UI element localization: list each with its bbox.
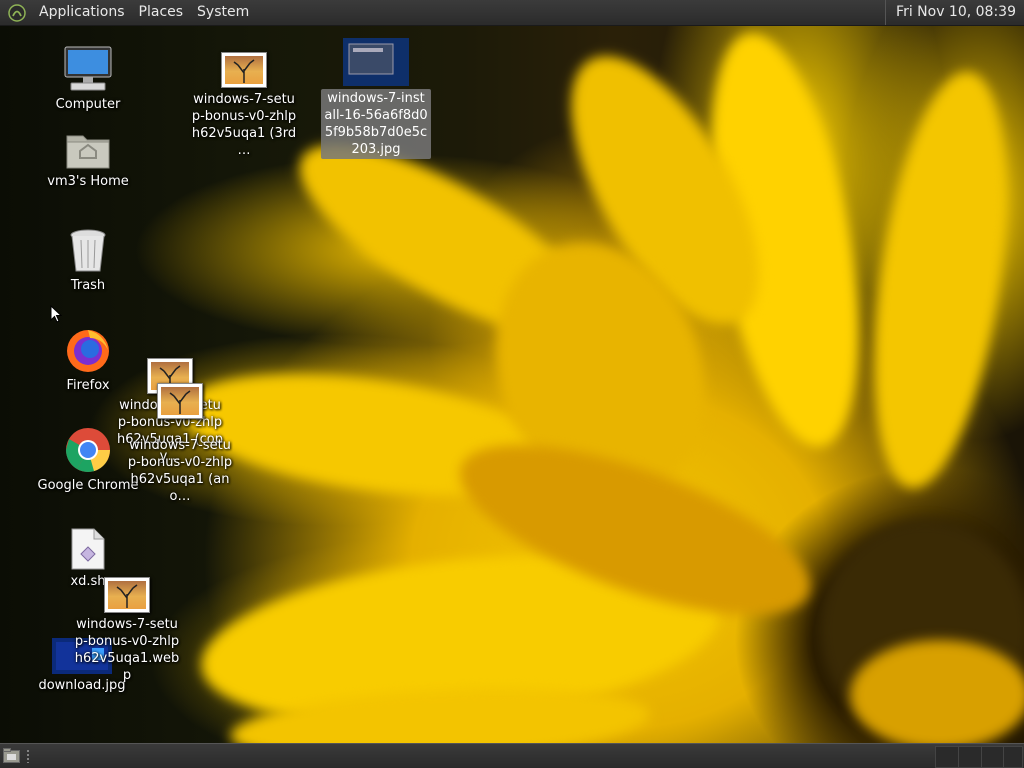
workspace-4[interactable]: [1003, 746, 1023, 768]
trash-label: Trash: [70, 278, 106, 293]
desktop-icon-trash[interactable]: Trash: [33, 226, 143, 294]
workspace-1[interactable]: [935, 746, 959, 768]
mate-logo-icon[interactable]: [8, 3, 26, 22]
applications-menu[interactable]: Applications: [32, 0, 132, 25]
show-desktop-icon[interactable]: [3, 748, 20, 763]
desktop-icon-setup-another[interactable]: windows-7-setup-bonus-v0-zhlph62v5uqa1 (…: [125, 383, 235, 505]
bottom-panel: [0, 743, 1024, 768]
chrome-icon: [66, 428, 110, 472]
mouse-pointer-icon: [50, 305, 62, 323]
desktop-icon-computer[interactable]: Computer: [33, 45, 143, 113]
image-thumbnail-icon: [221, 52, 267, 88]
system-menu[interactable]: System: [190, 0, 256, 25]
setup-webp-label: windows-7-setup-bonus-v0-zhlph62v5uqa1.w…: [74, 617, 180, 683]
workspace-2[interactable]: [958, 746, 982, 768]
firefox-icon: [67, 330, 109, 372]
panel-drag-handle[interactable]: [26, 749, 30, 763]
image-thumbnail-icon: [104, 577, 150, 613]
setup-3rd-label: windows-7-setup-bonus-v0-zhlph62v5uqa1 (…: [191, 92, 297, 158]
desktop-icon-setup-webp[interactable]: windows-7-setup-bonus-v0-zhlph62v5uqa1.w…: [72, 577, 182, 684]
trash-icon: [70, 229, 106, 272]
image-thumbnail-icon: [343, 38, 409, 86]
places-menu[interactable]: Places: [132, 0, 191, 25]
computer-icon: [64, 46, 112, 91]
computer-label: Computer: [55, 97, 121, 112]
image-thumbnail-icon: [157, 383, 203, 419]
desktop-icon-install-jpg[interactable]: windows-7-install-16-56a6f8d05f9b58b7d0e…: [321, 38, 431, 159]
desktop-icon-home[interactable]: vm3's Home: [33, 128, 143, 190]
home-folder-icon: [66, 135, 110, 169]
clock[interactable]: Fri Nov 10, 08:39: [885, 0, 1024, 25]
workspace-3[interactable]: [981, 746, 1005, 768]
script-file-icon: [71, 528, 105, 570]
desktop-icon-setup-3rd[interactable]: windows-7-setup-bonus-v0-zhlph62v5uqa1 (…: [189, 52, 299, 159]
setup-another-label: windows-7-setup-bonus-v0-zhlph62v5uqa1 (…: [127, 438, 233, 504]
install-jpg-label: windows-7-install-16-56a6f8d05f9b58b7d0e…: [321, 89, 431, 159]
home-label: vm3's Home: [47, 174, 129, 189]
top-panel: Applications Places System Fri Nov 10, 0…: [0, 0, 1024, 26]
